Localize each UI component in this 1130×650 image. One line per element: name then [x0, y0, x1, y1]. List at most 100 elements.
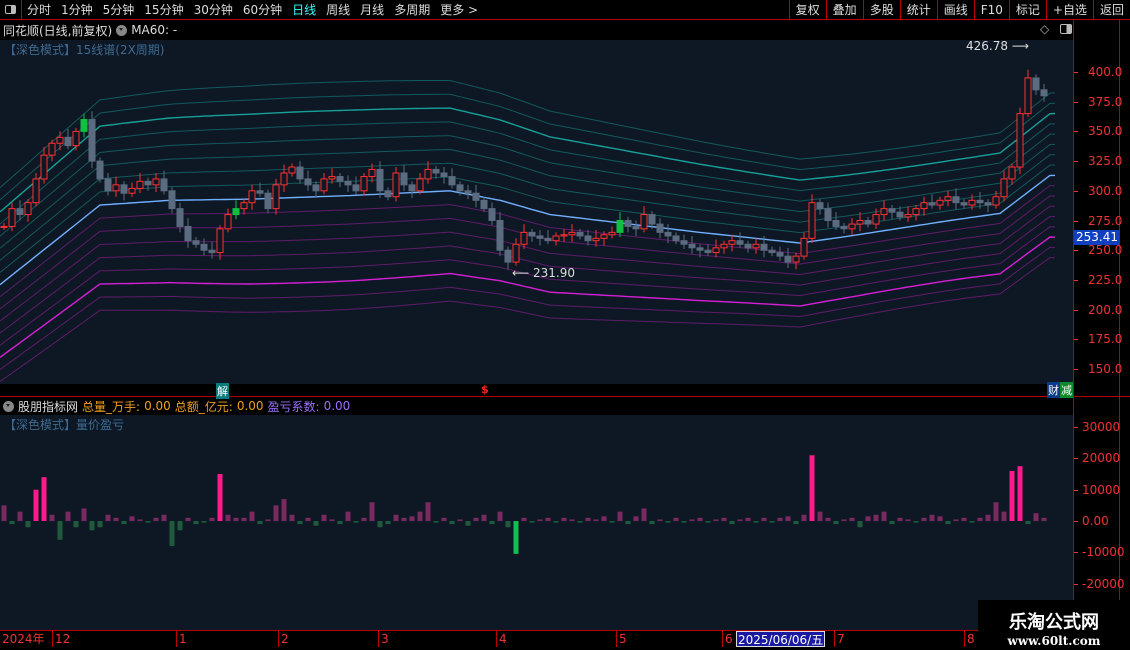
period-tab[interactable]: 1分钟 [56, 1, 98, 18]
period-tab[interactable]: 分时 [22, 1, 56, 18]
toolbar-button[interactable]: F10 [973, 0, 1009, 20]
candle[interactable] [320, 178, 328, 192]
candle[interactable] [432, 168, 440, 174]
candle[interactable] [656, 223, 664, 233]
sidebar-toggle-button[interactable] [0, 0, 22, 20]
candle[interactable] [472, 192, 480, 201]
candle[interactable] [232, 208, 240, 216]
candle[interactable] [992, 196, 1000, 206]
candle[interactable] [776, 252, 784, 257]
candle[interactable] [344, 180, 352, 186]
candle[interactable] [520, 231, 528, 245]
candle[interactable] [152, 178, 160, 186]
candle[interactable] [968, 199, 976, 206]
jian-marker[interactable]: 减 [1060, 382, 1073, 398]
candle[interactable] [536, 235, 544, 239]
candle[interactable] [752, 243, 760, 249]
candle[interactable] [640, 214, 648, 230]
candle[interactable] [632, 225, 640, 230]
candle[interactable] [248, 190, 256, 204]
candle[interactable] [680, 240, 688, 245]
candle[interactable] [840, 225, 848, 230]
candle[interactable] [64, 136, 72, 147]
candle[interactable] [112, 184, 120, 192]
candle[interactable] [296, 166, 304, 180]
candle[interactable] [800, 237, 808, 257]
candle[interactable] [384, 190, 392, 198]
candle[interactable] [440, 172, 448, 178]
candle[interactable] [896, 211, 904, 218]
candle[interactable] [768, 249, 776, 254]
candle[interactable] [400, 172, 408, 186]
candle[interactable] [288, 166, 296, 174]
period-tab[interactable]: 月线 [355, 1, 389, 18]
candle[interactable] [568, 231, 576, 236]
candle[interactable] [920, 202, 928, 210]
candle[interactable] [504, 249, 512, 263]
candle[interactable] [608, 231, 616, 236]
candle[interactable] [24, 202, 32, 216]
candle[interactable] [936, 199, 944, 206]
candle[interactable] [48, 142, 56, 156]
candle[interactable] [40, 154, 48, 180]
layout-toggle-icon[interactable] [1060, 24, 1072, 34]
candle[interactable] [496, 220, 504, 251]
candle[interactable] [928, 202, 936, 206]
candle[interactable] [904, 214, 912, 218]
candle[interactable] [0, 225, 8, 228]
candle[interactable] [392, 172, 400, 198]
candle[interactable] [616, 220, 624, 233]
candle[interactable] [880, 208, 888, 216]
candle[interactable] [304, 178, 312, 186]
candle[interactable] [184, 225, 192, 242]
candle[interactable] [784, 255, 792, 263]
candle[interactable] [528, 231, 536, 237]
period-tab[interactable]: 15分钟 [139, 1, 188, 18]
candle[interactable] [488, 208, 496, 221]
candle[interactable] [816, 202, 824, 210]
candle[interactable] [592, 237, 600, 242]
candle[interactable] [352, 184, 360, 192]
candle[interactable] [192, 240, 200, 245]
period-tab[interactable]: 更多 > [435, 1, 483, 18]
candle[interactable] [120, 184, 128, 194]
candle[interactable] [760, 243, 768, 251]
candle[interactable] [824, 208, 832, 221]
candle[interactable] [216, 228, 224, 254]
candle[interactable] [832, 220, 840, 227]
candle[interactable] [624, 220, 632, 227]
candle[interactable] [200, 243, 208, 251]
candle[interactable] [456, 184, 464, 192]
candle[interactable] [280, 172, 288, 186]
toolbar-button[interactable]: 标记 [1008, 0, 1046, 20]
candle[interactable] [240, 202, 248, 210]
candle[interactable] [32, 178, 40, 204]
candle[interactable] [128, 187, 136, 194]
candle[interactable] [56, 136, 64, 144]
candle[interactable] [144, 180, 152, 186]
candle[interactable] [264, 192, 272, 210]
candle[interactable] [80, 119, 88, 132]
candle[interactable] [704, 249, 712, 254]
candle[interactable] [16, 208, 24, 216]
period-tab[interactable]: 多周期 [389, 1, 435, 18]
candle[interactable] [864, 220, 872, 225]
period-tab[interactable]: 5分钟 [98, 1, 140, 18]
toolbar-button[interactable]: 复权 [788, 0, 826, 20]
candle[interactable] [168, 190, 176, 210]
period-tab[interactable]: 日线 [287, 1, 321, 18]
candle[interactable] [160, 178, 168, 192]
candle[interactable] [912, 208, 920, 216]
candle[interactable] [464, 190, 472, 194]
candle[interactable] [1016, 113, 1024, 168]
dropdown-icon[interactable] [3, 400, 14, 412]
candle[interactable] [72, 130, 80, 147]
candle[interactable] [584, 235, 592, 242]
candle[interactable] [856, 220, 864, 225]
volume-chart[interactable] [0, 415, 1073, 630]
candle[interactable] [888, 208, 896, 213]
candle[interactable] [1032, 77, 1040, 91]
candle[interactable] [600, 234, 608, 239]
toolbar-button[interactable]: 统计 [899, 0, 937, 20]
candle[interactable] [808, 202, 816, 239]
